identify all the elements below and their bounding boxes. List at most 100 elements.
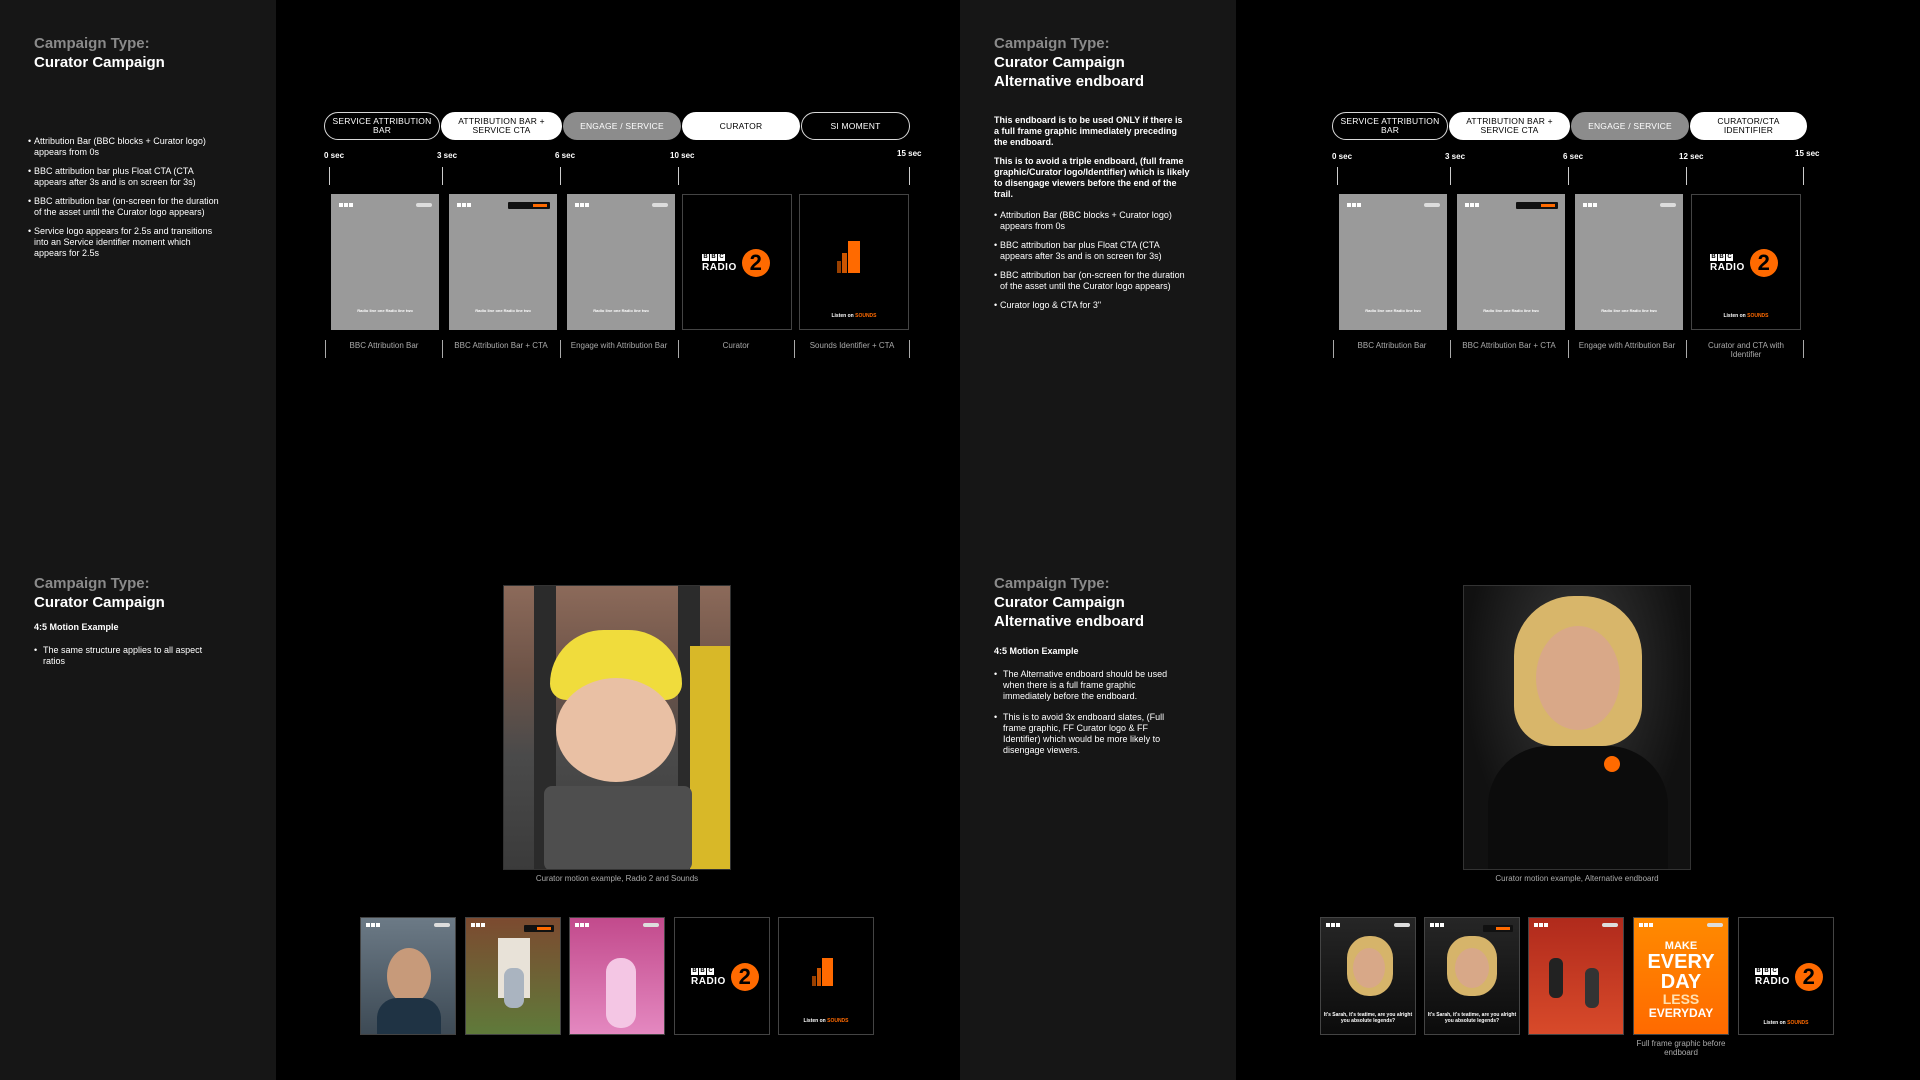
sounds-logo-icon <box>812 958 833 986</box>
intro-paragraph: This endboard is to be used ONLY if ther… <box>994 115 1183 147</box>
yellow-sleeve <box>690 646 730 869</box>
face <box>1536 626 1620 730</box>
thumb-presenter-1: It's Sarah, it's teatime, are you alrigh… <box>1320 917 1416 1035</box>
section4-notes: 4:5 Motion Example • The Alternative endb… <box>994 646 1184 764</box>
frame-caption: Curator and CTA with Identifier <box>1708 341 1784 359</box>
caption-divider <box>1450 340 1451 358</box>
thumb-house-scene <box>465 917 561 1035</box>
listen-on-sounds: Listen on SOUNDS <box>803 1018 849 1024</box>
frame-curator-cta: B B C RADIO 2 Listen on SOUNDS <box>1691 194 1801 330</box>
pill-curator-cta: CURATOR/CTA IDENTIFIER <box>1690 112 1807 140</box>
baby-face <box>556 678 676 782</box>
thumb-caption: It's Sarah, it's teatime, are you alrigh… <box>1323 1012 1413 1024</box>
thumb-pink-room <box>569 917 665 1035</box>
bullet-item: • BBC attribution bar plus Float CTA (CTA… <box>994 240 1162 261</box>
graphic-text: EVERYDAY <box>1648 1006 1714 1020</box>
pill-service-attribution-bar: SERVICE ATTRIBUTION BAR <box>1332 112 1448 140</box>
bbc-blocks-icon <box>1326 923 1340 927</box>
frame-caption: BBC Attribution Bar + CTA <box>1462 341 1556 350</box>
thumb-presenter-2: It's Sarah, it's teatime, are you alrigh… <box>1424 917 1520 1035</box>
frame-sounds-identifier: Listen on SOUNDS <box>799 194 909 330</box>
bullet-item: • The same structure applies to all aspec… <box>34 645 203 666</box>
time-label: 6 sec <box>555 151 576 160</box>
campaign-title: Curator Campaign <box>34 54 165 71</box>
campaign-subtitle: Alternative endboard <box>994 73 1145 90</box>
campaign-title: Curator Campaign <box>34 594 165 611</box>
bbc-blocks-icon <box>366 923 380 927</box>
bullet-item: • BBC attribution bar plus Float CTA (CTA… <box>28 166 196 187</box>
thumb-radio2-endboard: B B C RADIO 2 <box>674 917 770 1035</box>
frame-tagline: Radio line one Radio line two <box>1601 308 1657 313</box>
section3-notes: 4:5 Motion Example • The same structure a… <box>34 622 224 675</box>
graphic-text: LESS <box>1662 991 1700 1007</box>
listen-on-sounds: Listen on SOUNDS <box>1763 1020 1809 1026</box>
service-logo-icon <box>1602 923 1618 927</box>
bullet-item: • The Alternative endboard should be used… <box>994 669 1168 701</box>
bullet-item: • BBC attribution bar (on-screen for the … <box>994 270 1185 291</box>
frame-engage: Radio line one Radio line two <box>1575 194 1683 330</box>
frame-caption: Engage with Attribution Bar <box>570 341 668 350</box>
section2-heading: Campaign Type: Curator Campaign Alternat… <box>994 34 1144 91</box>
service-logo-icon <box>1707 923 1723 927</box>
section1-bullets: • Attribution Bar (BBC blocks + Curator l… <box>28 136 224 267</box>
person <box>1549 958 1563 998</box>
time-tick <box>1337 167 1338 185</box>
graphic-text: EVERY <box>1647 951 1715 973</box>
frame-attribution-cta: Radio line one Radio line two <box>449 194 557 330</box>
frame-engage: Radio line one Radio line two <box>567 194 675 330</box>
frame-attribution-cta: Radio line one Radio line two <box>1457 194 1565 330</box>
thumb-curator-endboard: B B C RADIO 2 Listen on SOUNDS <box>1738 917 1834 1035</box>
motion-example-label: 4:5 Motion Example <box>34 622 119 632</box>
service-logo-icon <box>416 203 432 207</box>
float-cta-icon <box>524 925 554 932</box>
bbc-blocks-icon <box>1639 923 1653 927</box>
campaign-type-label: Campaign Type: <box>994 35 1110 52</box>
float-cta-icon <box>508 202 550 209</box>
radio2-logo: B B C RADIO 2 <box>691 963 759 991</box>
bbc-blocks-icon <box>1430 923 1444 927</box>
person <box>504 968 524 1008</box>
bbc-blocks-icon <box>1465 203 1479 207</box>
frame-tagline: Radio line one Radio line two <box>475 308 531 313</box>
pill-curator: CURATOR <box>682 112 800 140</box>
caption-divider <box>794 340 795 358</box>
photo-caption: Curator motion example, Alternative endb… <box>1495 874 1659 883</box>
service-logo-icon <box>1394 923 1410 927</box>
time-label: 12 sec <box>1679 152 1704 161</box>
time-tick <box>1568 167 1569 185</box>
frame-caption: Curator <box>722 341 750 350</box>
bbc-blocks-icon <box>1583 203 1597 207</box>
intro-paragraph: This is to avoid a triple endboard, (ful… <box>994 156 1190 199</box>
time-tick <box>329 167 330 185</box>
graphic-text: DAY <box>1660 971 1702 993</box>
time-tick <box>442 167 443 185</box>
pill-attribution-cta: ATTRIBUTION BAR + SERVICE CTA <box>441 112 562 140</box>
bbc-blocks-icon <box>1534 923 1548 927</box>
radio2-logo: B B C RADIO 2 <box>1710 249 1778 277</box>
time-label: 10 sec <box>670 151 695 160</box>
bullet-item: • This is to avoid 3x endboard slates, (F… <box>994 712 1165 755</box>
shirt <box>377 998 441 1034</box>
frame-caption: BBC Attribution Bar <box>1357 341 1427 350</box>
campaign-type-label: Campaign Type: <box>34 575 150 592</box>
frame-tagline: Radio line one Radio line two <box>357 308 413 313</box>
time-label: 15 sec <box>897 149 922 158</box>
person <box>606 958 636 1028</box>
section1-timeline: SERVICE ATTRIBUTION BAR ATTRIBUTION BAR … <box>324 112 924 362</box>
float-cta-icon <box>1516 202 1558 209</box>
caption-divider <box>678 340 679 358</box>
frame-caption: BBC Attribution Bar + CTA <box>454 341 548 350</box>
radio2-logo: B B C RADIO 2 <box>1755 963 1823 991</box>
baby-motion-photo <box>503 585 731 870</box>
frame-attribution-bar: Radio line one Radio line two <box>1339 194 1447 330</box>
frame-caption: Sounds Identifier + CTA <box>809 341 895 350</box>
time-label: 3 sec <box>437 151 458 160</box>
time-tick <box>1686 167 1687 185</box>
frame-tagline: Radio line one Radio line two <box>593 308 649 313</box>
frame-caption: BBC Attribution Bar <box>349 341 419 350</box>
frame-tagline: Radio line one Radio line two <box>1365 308 1421 313</box>
campaign-title: Curator Campaign <box>994 54 1125 71</box>
jacket <box>1488 746 1668 869</box>
bullet-item: • Curator logo & CTA for 3" <box>994 300 1102 310</box>
radio2-logo: B B C RADIO 2 <box>702 249 770 277</box>
